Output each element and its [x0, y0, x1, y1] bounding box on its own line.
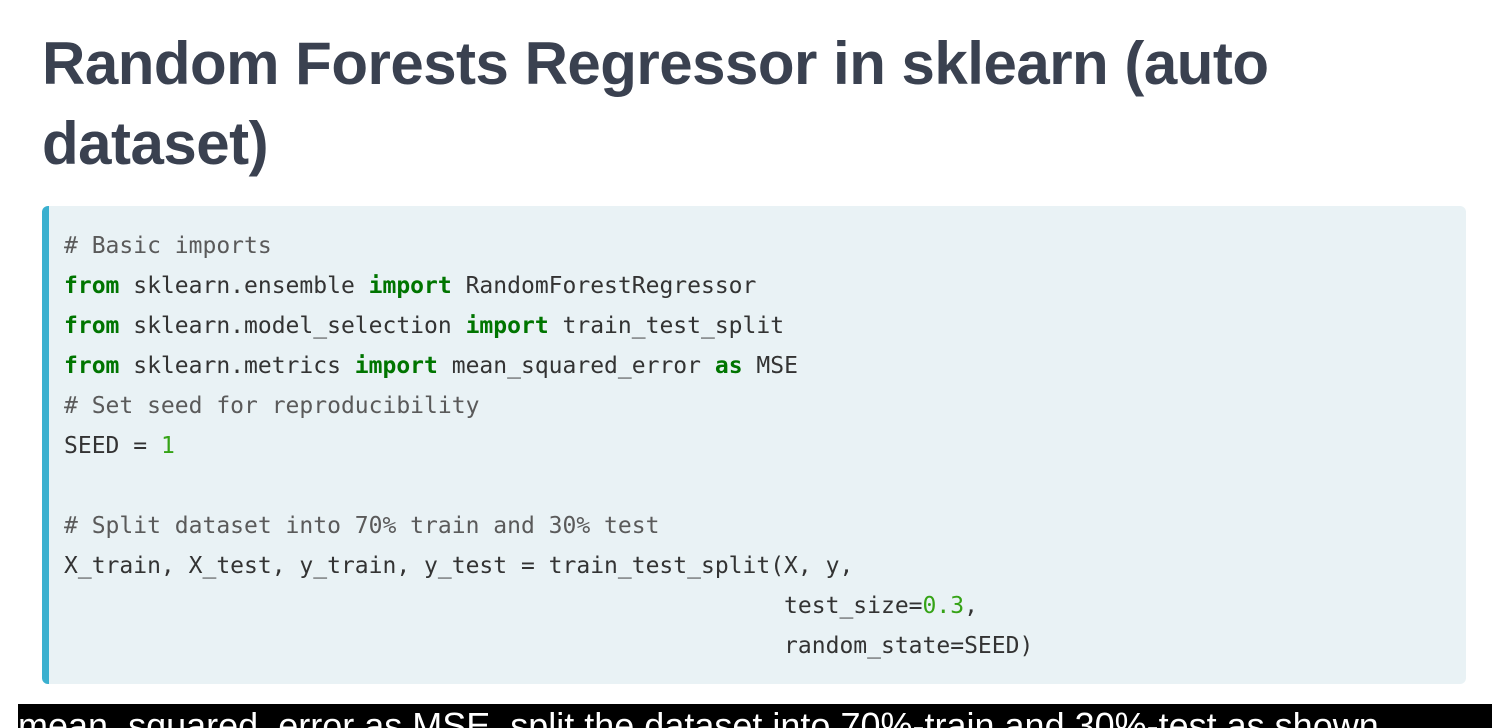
code-line-5: # Set seed for reproducibility [64, 386, 1466, 426]
code-line-10: test_size=0.3, [64, 586, 1466, 626]
code-line-4: from sklearn.metrics import mean_squared… [64, 346, 1466, 386]
slide-title: Random Forests Regressor in sklearn (aut… [42, 30, 1269, 177]
code-argument: random_state=SEED) [64, 633, 1034, 659]
keyword: from [64, 313, 120, 339]
comment: # Basic imports [64, 233, 272, 259]
import-name: mean_squared_error [437, 353, 715, 379]
code-line-8: # Split dataset into 70% train and 30% t… [64, 506, 1466, 546]
import-alias: MSE [742, 353, 798, 379]
keyword: import [465, 313, 549, 339]
keyword: as [714, 353, 743, 379]
comment: # Set seed for reproducibility [64, 393, 480, 419]
punctuation: , [964, 593, 978, 619]
code-line-9: X_train, X_test, y_train, y_test = train… [64, 546, 1466, 586]
keyword: from [64, 353, 120, 379]
number-literal: 1 [160, 433, 175, 459]
code-line-3: from sklearn.model_selection import trai… [64, 306, 1466, 346]
module-name: sklearn.metrics [119, 353, 355, 379]
import-name: RandomForestRegressor [451, 273, 757, 299]
module-name: sklearn.model_selection [119, 313, 466, 339]
number-literal: 0.3 [922, 593, 965, 619]
keyword: import [368, 273, 452, 299]
code-line-2: from sklearn.ensemble import RandomFores… [64, 266, 1466, 306]
code-statement: X_train, X_test, y_train, y_test = train… [64, 553, 854, 579]
subtitle-text: mean_squared_error as MSE, split the dat… [18, 705, 1379, 728]
assignment: SEED = [64, 433, 161, 459]
code-line-11: random_state=SEED) [64, 626, 1466, 666]
module-name: sklearn.ensemble [119, 273, 369, 299]
code-line-1: # Basic imports [64, 226, 1466, 266]
subtitle-bar: mean_squared_error as MSE, split the dat… [18, 704, 1492, 728]
import-name: train_test_split [548, 313, 785, 339]
keyword: import [354, 353, 438, 379]
code-line-6: SEED = 1 [64, 426, 1466, 466]
comment: # Split dataset into 70% train and 30% t… [64, 513, 660, 539]
keyword: from [64, 273, 120, 299]
code-argument: test_size= [64, 593, 923, 619]
code-block: # Basic imports from sklearn.ensemble im… [42, 206, 1466, 684]
